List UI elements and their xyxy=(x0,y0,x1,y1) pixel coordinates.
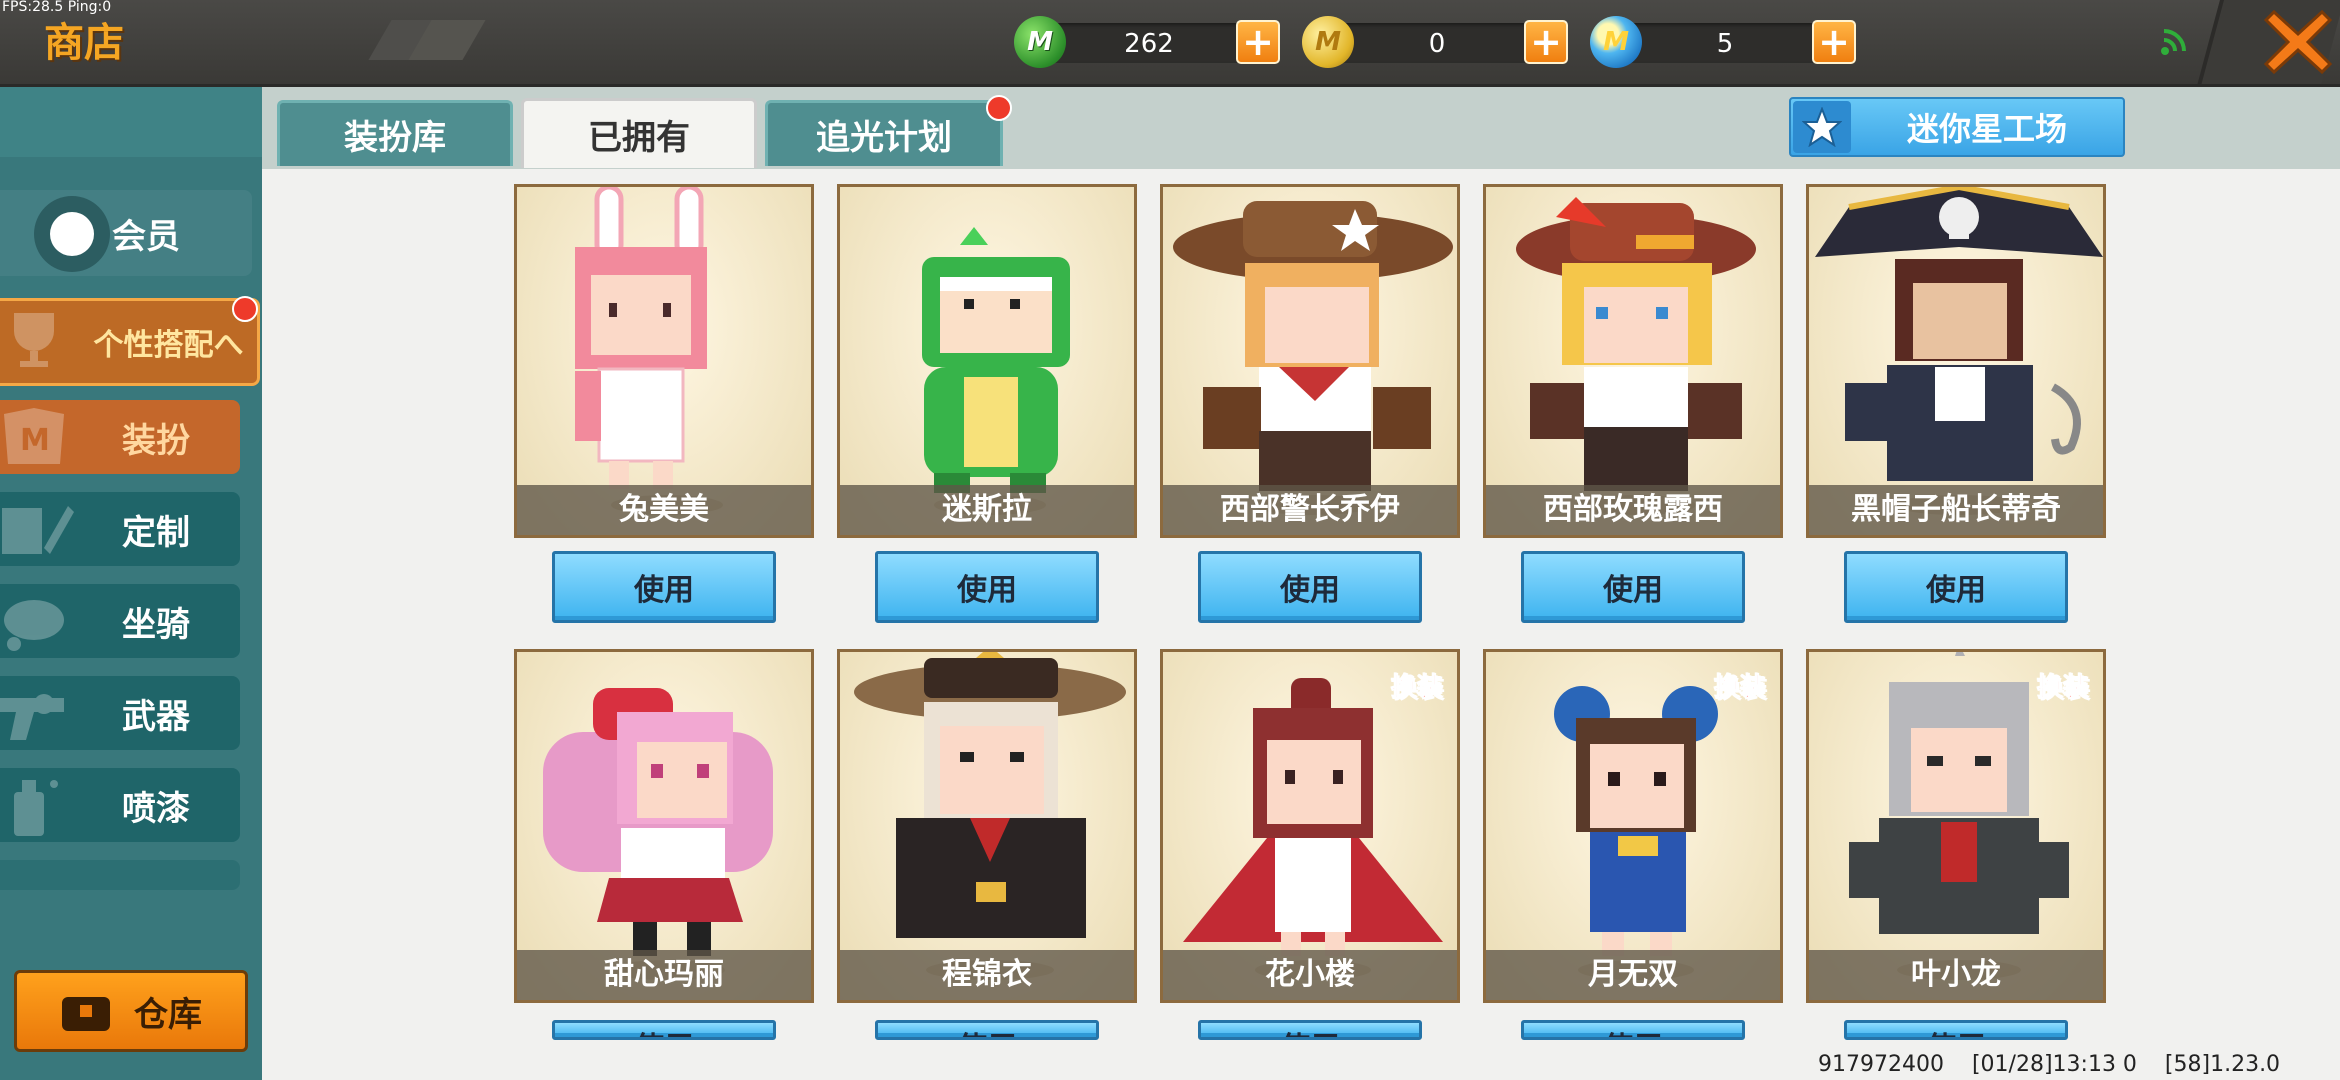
currency-value: 0 xyxy=(1428,29,1446,59)
tab-owned[interactable]: 已拥有 xyxy=(521,98,757,168)
currency-value: 262 xyxy=(1124,29,1174,59)
use-button[interactable]: 使用 xyxy=(1521,551,1745,623)
skin-card[interactable]: 甜心玛丽 xyxy=(514,649,814,1003)
close-icon[interactable] xyxy=(2262,6,2334,78)
skin-card[interactable]: 换装 花小楼 xyxy=(1160,649,1460,1003)
notification-dot xyxy=(232,296,258,322)
tab-chasing-light-plan[interactable]: 追光计划 xyxy=(765,100,1003,166)
green-m-coin-icon: M xyxy=(1014,16,1066,68)
page-title: 商店 xyxy=(44,20,124,66)
tab-outfit-library[interactable]: 装扮库 xyxy=(277,100,513,166)
workshop-label: 迷你星工场 xyxy=(1906,110,2067,148)
skin-name: 甜心玛丽 xyxy=(517,950,811,1000)
gold-m-coin-icon: M xyxy=(1302,16,1354,68)
skin-card[interactable]: 西部警长乔伊 xyxy=(1160,184,1460,538)
skin-name: 黑帽子船长蒂奇 xyxy=(1809,485,2103,535)
use-button[interactable]: 使用 xyxy=(875,1020,1099,1040)
skin-name: 西部警长乔伊 xyxy=(1163,485,1457,535)
spray-can-icon xyxy=(14,780,58,836)
skin-name: 兔美美 xyxy=(517,485,811,535)
skin-card[interactable]: 换装 月无双 xyxy=(1483,649,1783,1003)
skin-name: 迷斯拉 xyxy=(840,485,1134,535)
dress-m-icon: M xyxy=(4,408,64,464)
uid-text: 917972400 xyxy=(1818,1052,1944,1077)
use-button[interactable]: 使用 xyxy=(1844,551,2068,623)
sidebar-item-label: 喷漆 xyxy=(122,788,190,829)
use-button[interactable]: 使用 xyxy=(1198,551,1422,623)
vip-toggle-icon[interactable] xyxy=(28,194,118,274)
sidebar-item-label: 坐骑 xyxy=(122,604,190,645)
sidebar-subitem-more[interactable] xyxy=(0,860,240,890)
sidebar-item-outfit[interactable]: 个性搭配へ xyxy=(0,298,260,386)
sidebar-subitem-custom[interactable]: 定制 xyxy=(0,492,240,566)
time-text: [01/28]13:13 0 xyxy=(1971,1052,2137,1077)
skin-name: 西部玫瑰露西 xyxy=(1486,485,1780,535)
use-button[interactable]: 使用 xyxy=(1521,1020,1745,1040)
sidebar-item-label: 定制 xyxy=(122,512,190,553)
trophy-icon xyxy=(14,313,54,367)
version-text: [58]1.23.0 xyxy=(2164,1052,2281,1077)
skin-name: 月无双 xyxy=(1486,950,1780,1000)
skin-name: 叶小龙 xyxy=(1809,950,2103,1000)
sidebar-subitem-dress[interactable]: M 装扮 xyxy=(0,400,240,474)
footer-info: 917972400 [01/28]13:13 0 [58]1.23.0 xyxy=(1818,1052,2280,1077)
pencil-icon xyxy=(2,506,74,554)
add-mini-beans-button[interactable]: + xyxy=(1236,20,1280,64)
sidebar-item-label: 装扮 xyxy=(122,420,190,461)
sidebar-subitem-weapon[interactable]: 武器 xyxy=(0,676,240,750)
skin-card[interactable]: 迷斯拉 xyxy=(837,184,1137,538)
sidebar-item-label: 个性搭配へ xyxy=(93,328,244,363)
skin-card[interactable]: 黑帽子船长蒂奇 xyxy=(1806,184,2106,538)
sidebar-item-label: 武器 xyxy=(122,696,190,737)
skin-name: 花小楼 xyxy=(1163,950,1457,1000)
skin-card[interactable]: 兔美美 xyxy=(514,184,814,538)
use-button[interactable]: 使用 xyxy=(1198,1020,1422,1040)
skin-card[interactable]: 程锦衣 xyxy=(837,649,1137,1003)
skin-card[interactable]: 西部玫瑰露西 xyxy=(1483,184,1783,538)
add-star-coins-button[interactable]: + xyxy=(1812,20,1856,64)
use-button[interactable]: 使用 xyxy=(552,1020,776,1040)
costume-change-badge: 换装 xyxy=(1713,673,1766,704)
mini-workshop-button[interactable]: 迷你星工场 xyxy=(1789,97,2125,157)
skin-card[interactable]: 换装 叶小龙 xyxy=(1806,649,2106,1003)
currency-star-coins: M 5 + xyxy=(1590,16,1860,70)
sidebar-header xyxy=(0,87,262,157)
use-button[interactable]: 使用 xyxy=(1844,1020,2068,1040)
sidebar-item-vip[interactable]: 会员 xyxy=(0,190,252,276)
signal-icon xyxy=(2161,29,2186,55)
currency-mini-beans: M 262 + xyxy=(1014,16,1284,70)
star-icon xyxy=(1793,101,1851,153)
notification-dot xyxy=(986,95,1012,121)
warehouse-button[interactable]: 仓库 xyxy=(14,970,248,1052)
gun-icon xyxy=(0,694,64,740)
costume-change-badge: 换装 xyxy=(1390,673,1443,704)
sidebar-subitem-spray[interactable]: 喷漆 xyxy=(0,768,240,842)
warehouse-label: 仓库 xyxy=(134,994,202,1035)
add-mini-coins-button[interactable]: + xyxy=(1524,20,1568,64)
use-button[interactable]: 使用 xyxy=(875,551,1099,623)
currency-value: 5 xyxy=(1716,29,1734,59)
use-button[interactable]: 使用 xyxy=(552,551,776,623)
blue-m-coin-icon: M xyxy=(1590,16,1642,68)
svg-text:M: M xyxy=(20,423,50,458)
mount-icon xyxy=(4,600,64,651)
sidebar-item-label: 会员 xyxy=(112,216,180,257)
currency-mini-coins: M 0 + xyxy=(1302,16,1572,70)
costume-change-badge: 换装 xyxy=(2036,673,2089,704)
chest-icon xyxy=(62,997,110,1031)
skin-name: 程锦衣 xyxy=(840,950,1134,1000)
sidebar-subitem-mount[interactable]: 坐骑 xyxy=(0,584,240,658)
